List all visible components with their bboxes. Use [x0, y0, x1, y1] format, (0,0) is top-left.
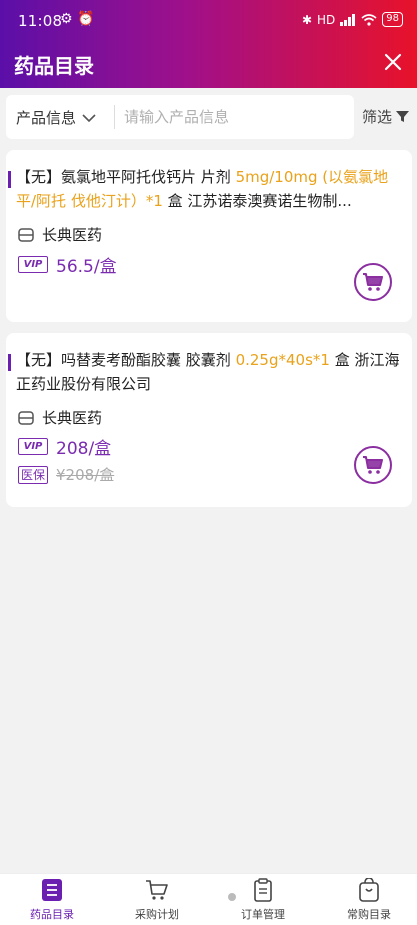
bluetooth-icon: ✱: [301, 12, 312, 27]
product-card[interactable]: 【无】吗替麦考酚酯胶囊 胶囊剂 0.25g*40s*1 盒 浙江海正药业股份有限…: [6, 333, 412, 507]
filter-label: 筛选: [362, 108, 393, 126]
bottom-tab-bar: 药品目录 采购计划 订单管理 常购目录: [0, 873, 417, 925]
battery-indicator: 98: [382, 12, 403, 27]
vip-price-tag: VIP: [18, 438, 48, 455]
search-input[interactable]: [124, 103, 348, 131]
close-icon[interactable]: [381, 50, 405, 74]
filter-button[interactable]: 筛选: [362, 106, 410, 127]
price-row: VIP 208/盒: [18, 434, 111, 459]
tab-label: 订单管理: [241, 908, 285, 921]
floating-dot[interactable]: [228, 893, 236, 901]
page-title: 药品目录: [14, 54, 94, 78]
category-label: 产品信息: [16, 109, 77, 127]
product-spec: 0.25g*40s*1: [235, 351, 330, 369]
store-icon: [18, 410, 34, 425]
vip-price-tag: VIP: [18, 256, 48, 273]
card-accent-bar: [8, 171, 11, 188]
product-title: 【无】氨氯地平阿托伐钙片 片剂 5mg/10mg (以氨氯地平/阿托 伐他汀计）…: [16, 165, 404, 213]
cart-icon: [363, 273, 383, 291]
search-bar: 产品信息: [6, 95, 354, 139]
app-header: 11:08 ⚙ ⏰ ✱ HD 98 药品目录: [0, 0, 417, 88]
signal-icon: [340, 13, 356, 26]
search-divider: [114, 105, 115, 129]
insurance-tag: 医保: [18, 465, 49, 484]
product-unit-maker: 盒 江苏诺泰澳赛诺生物制...: [162, 192, 352, 210]
store-icon: [18, 227, 34, 242]
status-right-icons: ✱ HD 98: [302, 12, 403, 27]
add-to-cart-button[interactable]: [354, 263, 392, 301]
list-icon: [42, 879, 62, 901]
price-value: 208/盒: [56, 439, 112, 459]
supplier-name: 长典医药: [42, 409, 103, 427]
status-time: 11:08: [18, 12, 63, 30]
tab-drug-catalog[interactable]: 药品目录: [12, 878, 92, 922]
chevron-down-icon: [82, 113, 96, 122]
price-row: VIP 56.5/盒: [18, 252, 117, 277]
status-bar: 11:08 ⚙ ⏰ ✱ HD 98: [0, 0, 417, 40]
tab-frequent-catalog[interactable]: 常购目录: [329, 878, 409, 922]
product-title: 【无】吗替麦考酚酯胶囊 胶囊剂 0.25g*40s*1 盒 浙江海正药业股份有限…: [16, 348, 404, 396]
tab-label: 常购目录: [347, 908, 391, 921]
price-value: 56.5/盒: [56, 257, 117, 277]
product-name: 吗替麦考酚酯胶囊 胶囊剂: [61, 351, 231, 369]
tab-order-management[interactable]: 订单管理: [223, 878, 303, 922]
cart-icon: [363, 456, 383, 474]
supplier-row: 长典医药: [18, 407, 102, 428]
add-to-cart-button[interactable]: [354, 446, 392, 484]
category-dropdown[interactable]: 产品信息: [16, 107, 96, 128]
supplier-row: 长典医药: [18, 224, 102, 245]
insurance-row: 医保 ¥208/盒: [18, 464, 114, 485]
product-prefix: 【无】: [16, 168, 62, 186]
product-card[interactable]: 【无】氨氯地平阿托伐钙片 片剂 5mg/10mg (以氨氯地平/阿托 伐他汀计）…: [6, 150, 412, 322]
bag-icon: [359, 878, 379, 902]
tab-purchase-plan[interactable]: 采购计划: [117, 878, 197, 922]
status-notification-icons: ⚙ ⏰: [60, 11, 95, 27]
card-accent-bar: [8, 354, 11, 371]
tab-label: 药品目录: [30, 908, 74, 921]
product-prefix: 【无】: [16, 351, 62, 369]
clipboard-icon: [254, 878, 272, 902]
cart-icon: [146, 880, 168, 900]
wifi-icon: [361, 13, 377, 26]
product-name: 氨氯地平阿托伐钙片 片剂: [61, 168, 231, 186]
insurance-price: ¥208/盒: [56, 466, 115, 484]
tab-label: 采购计划: [135, 908, 179, 921]
network-label: HD: [317, 12, 336, 27]
supplier-name: 长典医药: [42, 226, 103, 244]
funnel-icon: [396, 111, 410, 122]
